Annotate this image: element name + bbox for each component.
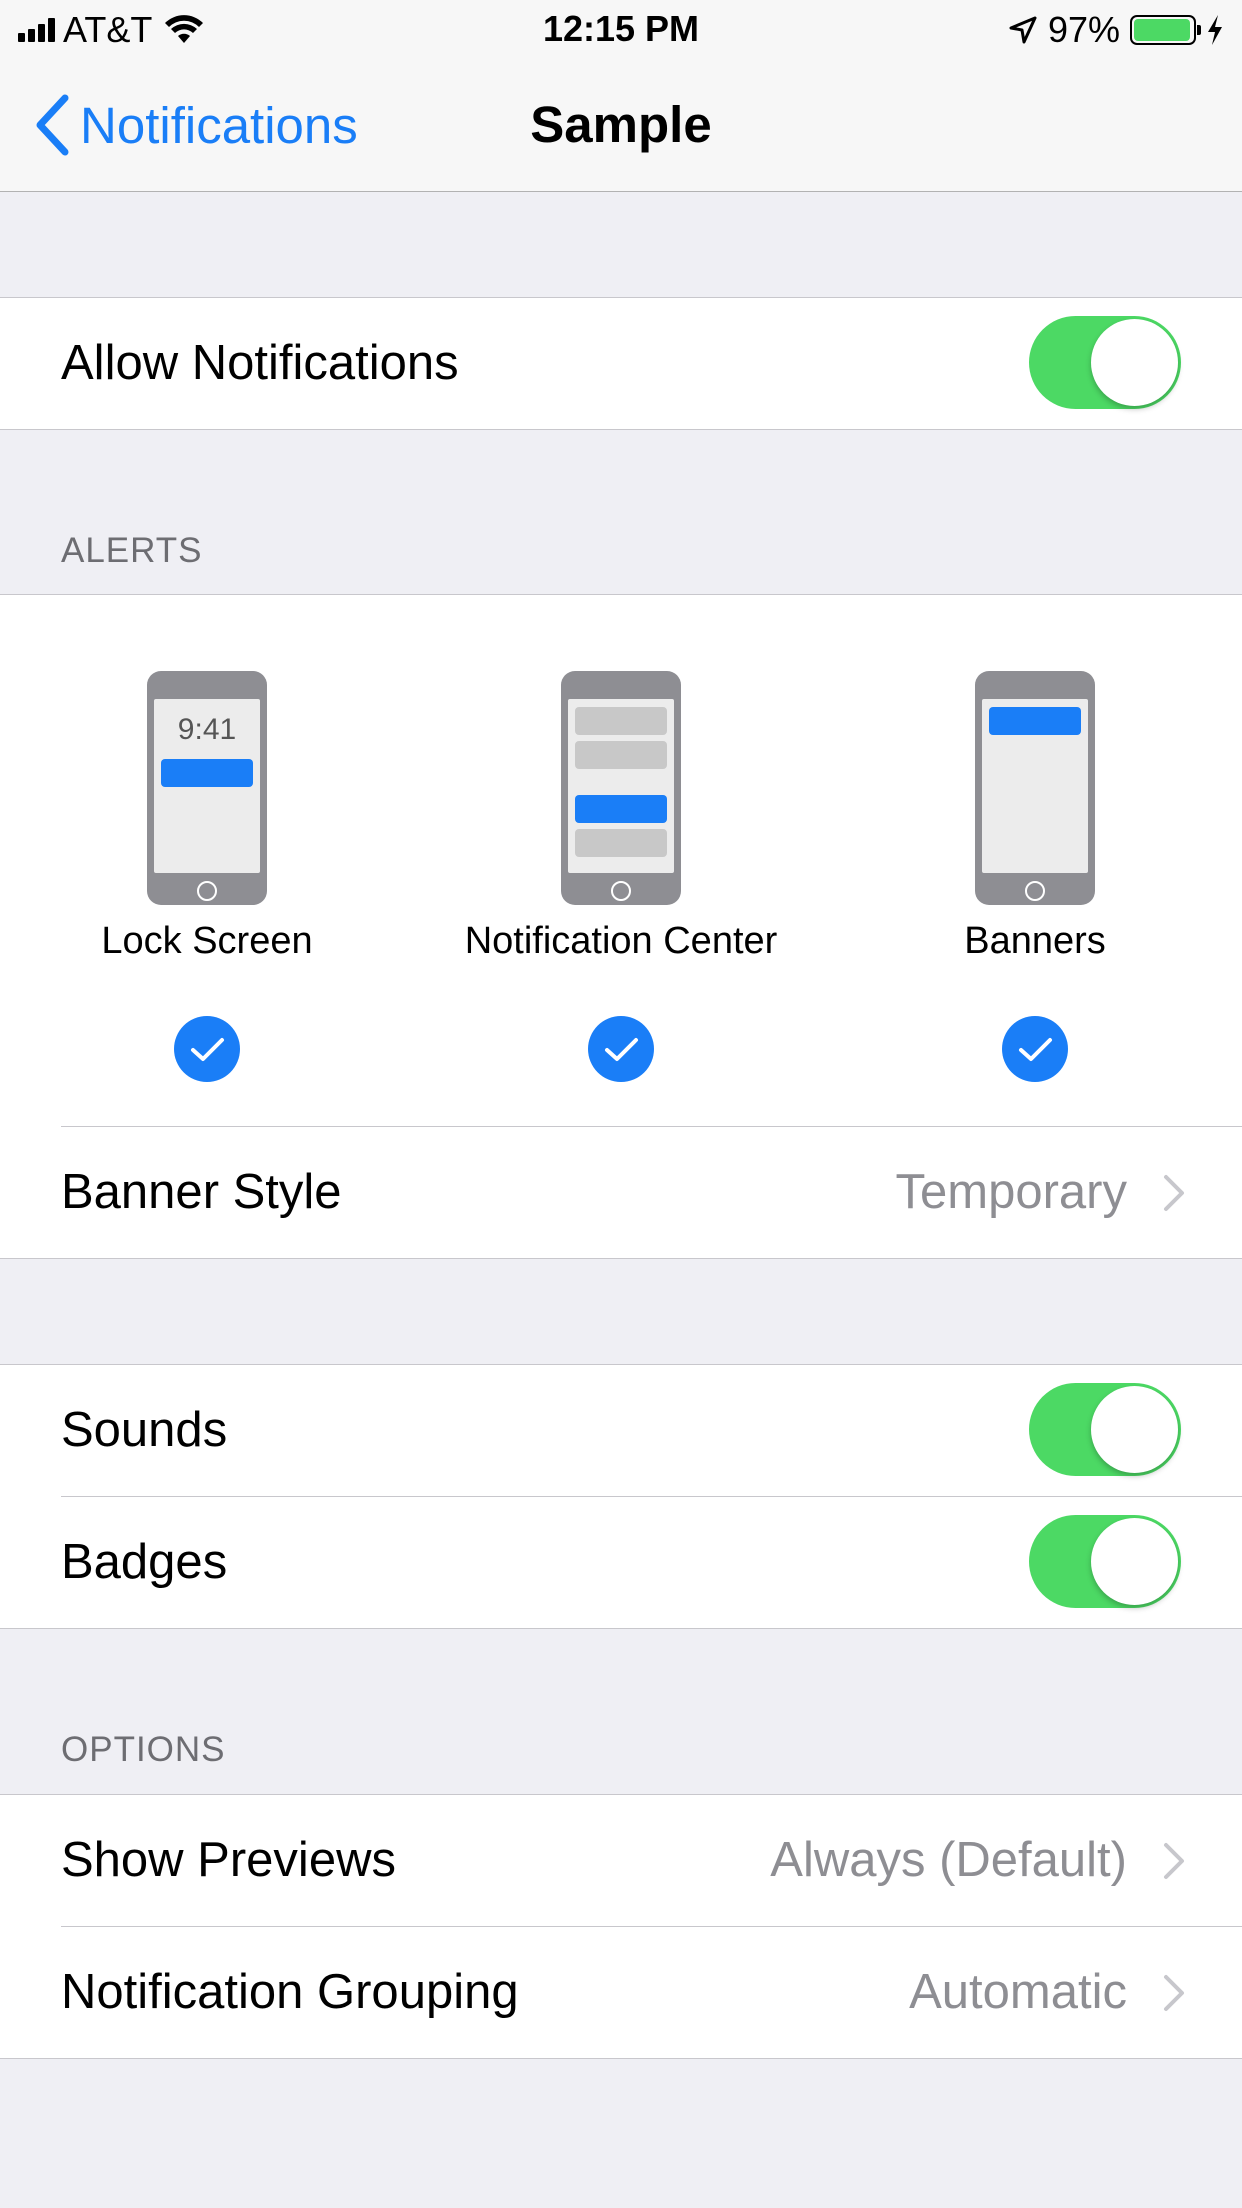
alert-option-label: Notification Center	[464, 920, 778, 962]
alerts-group: 9:41 Lock Screen Notification Center Ban…	[0, 594, 1242, 1259]
notification-grouping-row[interactable]: Notification Grouping Automatic	[0, 1927, 1242, 2058]
show-previews-row[interactable]: Show Previews Always (Default)	[0, 1795, 1242, 1926]
chevron-right-icon	[1164, 1975, 1184, 2011]
alert-option-lock-screen[interactable]: 9:41 Lock Screen	[0, 595, 414, 1125]
alert-option-notification-center[interactable]: Notification Center	[414, 595, 828, 1125]
sounds-row: Sounds	[0, 1365, 1242, 1496]
status-right: 97%	[1008, 9, 1224, 50]
battery-percent: 97%	[1047, 9, 1120, 50]
alert-option-label: Lock Screen	[101, 920, 313, 962]
badges-label: Badges	[61, 1535, 228, 1589]
banner-style-value: Temporary	[895, 1165, 1127, 1219]
alert-option-banners[interactable]: Banners	[828, 595, 1242, 1125]
checkmark-icon[interactable]	[174, 1016, 240, 1082]
notification-grouping-label: Notification Grouping	[61, 1965, 519, 2019]
chevron-right-icon	[1164, 1175, 1184, 1211]
sounds-label: Sounds	[61, 1403, 228, 1457]
badges-toggle[interactable]	[1029, 1515, 1181, 1608]
toggle-knob	[1091, 319, 1178, 406]
options-group: Show Previews Always (Default) Notificat…	[0, 1794, 1242, 2059]
alert-option-label: Banners	[964, 920, 1106, 962]
alerts-section-header: ALERTS	[61, 531, 203, 570]
toggle-knob	[1091, 1386, 1178, 1473]
allow-notifications-row: Allow Notifications	[0, 298, 1242, 429]
banners-preview-icon	[975, 671, 1095, 905]
charging-bolt-icon	[1208, 15, 1222, 45]
navigation-bar: Notifications Sample	[0, 60, 1242, 192]
notification-center-preview-icon	[561, 671, 681, 905]
location-arrow-icon	[1009, 16, 1037, 44]
allow-notifications-group: Allow Notifications	[0, 297, 1242, 430]
allow-notifications-toggle[interactable]	[1029, 316, 1181, 409]
notification-grouping-value: Automatic	[909, 1965, 1127, 2019]
battery-icon	[1130, 15, 1201, 45]
show-previews-label: Show Previews	[61, 1833, 396, 1887]
show-previews-value: Always (Default)	[770, 1833, 1127, 1887]
badges-row: Badges	[0, 1497, 1242, 1628]
sounds-badges-group: Sounds Badges	[0, 1364, 1242, 1629]
toggle-knob	[1091, 1518, 1178, 1605]
checkmark-icon[interactable]	[1002, 1016, 1068, 1082]
lock-screen-preview-time: 9:41	[177, 713, 237, 746]
sounds-toggle[interactable]	[1029, 1383, 1181, 1476]
page-title: Sample	[530, 96, 712, 153]
chevron-right-icon	[1164, 1843, 1184, 1879]
lock-screen-preview-icon: 9:41	[147, 671, 267, 905]
allow-notifications-label: Allow Notifications	[61, 336, 459, 390]
status-bar: AT&T 12:15 PM 97%	[0, 0, 1242, 60]
banner-style-row[interactable]: Banner Style Temporary	[0, 1127, 1242, 1258]
checkmark-icon[interactable]	[588, 1016, 654, 1082]
options-section-header: OPTIONS	[61, 1730, 226, 1769]
banner-style-label: Banner Style	[61, 1165, 342, 1219]
